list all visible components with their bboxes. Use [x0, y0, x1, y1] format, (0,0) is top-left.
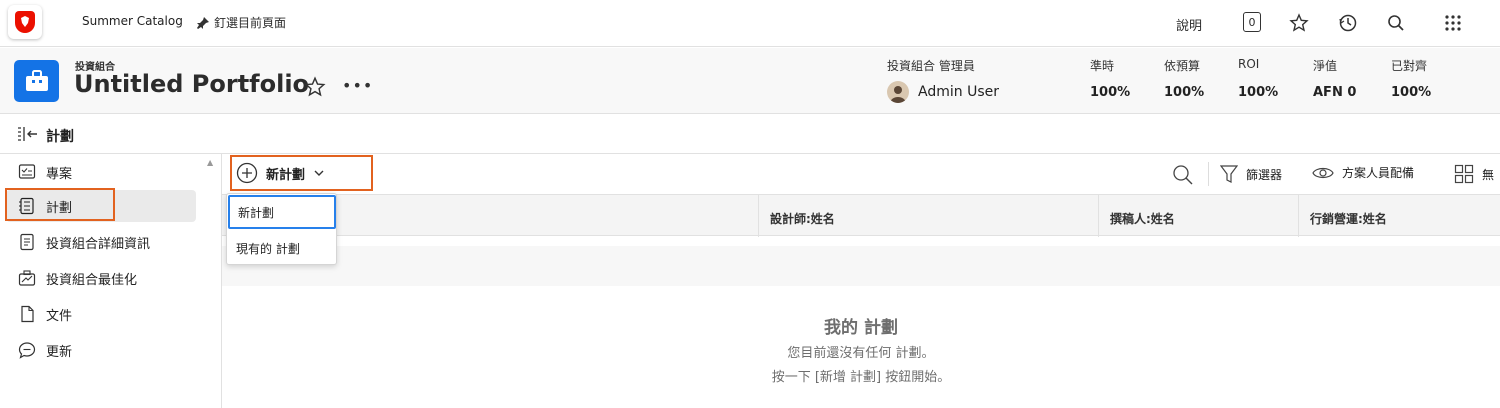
sidebar-item-label: 更新 [46, 344, 73, 360]
metric-aligned-label: 已對齊 [1391, 59, 1428, 73]
history-icon[interactable] [1337, 12, 1359, 34]
document-icon [18, 305, 36, 323]
updates-icon [18, 341, 36, 359]
avatar[interactable] [887, 81, 909, 103]
metric-on-budget-label: 依預算 [1164, 59, 1201, 73]
more-options-icon[interactable]: ••• [342, 76, 373, 95]
top-bar: Summer Catalog 釘選目前頁面 說明 0 [0, 0, 1500, 47]
portfolio-header: 投資組合 Untitled Portfolio ••• 投資組合 管理員 Adm… [0, 48, 1500, 114]
grid-layout-icon [1454, 164, 1474, 184]
details-icon [18, 233, 36, 251]
scroll-up-icon[interactable]: ▲ [207, 158, 213, 167]
add-circle-icon [236, 162, 258, 184]
sidebar-item-portfolio-optimizer[interactable]: 投資組合最佳化 [6, 262, 196, 294]
manager-label: 投資組合 管理員 [887, 59, 975, 73]
sidebar-item-label: 文件 [46, 308, 73, 324]
sidebar-item-programs[interactable]: 計劃 [6, 190, 196, 222]
page-title: Untitled Portfolio [74, 70, 310, 98]
filter-label: 篩選器 [1246, 167, 1283, 182]
metric-net-value-label: 淨值 [1313, 59, 1338, 73]
table-header: 設計師:姓名 撰稿人:姓名 行銷營運:姓名 [222, 194, 1500, 237]
search-icon[interactable] [1385, 12, 1407, 34]
portfolio-icon [14, 60, 59, 102]
column-header-designer[interactable]: 設計師:姓名 [770, 210, 835, 227]
favorite-star-icon[interactable] [304, 76, 326, 102]
toolbar-divider [1208, 162, 1209, 186]
column-header-copywriter[interactable]: 撰稿人:姓名 [1110, 210, 1175, 227]
menu-item-existing-plan[interactable]: 現有的 計劃 [228, 231, 336, 265]
sidebar-item-projects[interactable]: 專案 [6, 156, 196, 188]
sidebar-item-documents[interactable]: 文件 [6, 298, 196, 330]
metric-roi-value: 100% [1238, 85, 1279, 100]
section-header: 計劃 [0, 114, 1500, 154]
filter-icon [1220, 165, 1238, 183]
star-icon[interactable] [1288, 12, 1310, 34]
notification-badge[interactable]: 0 [1243, 12, 1261, 32]
metric-roi-label: ROI [1238, 57, 1260, 71]
sidebar-item-portfolio-details[interactable]: 投資組合詳細資訊 [6, 226, 196, 258]
new-plan-button[interactable]: 新計劃 [236, 162, 325, 184]
app-grid-icon[interactable] [1442, 12, 1464, 34]
grouping-label: 無 [1482, 167, 1495, 182]
menu-item-new-plan[interactable]: 新計劃 [228, 195, 336, 229]
column-divider [1298, 195, 1299, 237]
metric-on-time-value: 100% [1090, 85, 1131, 100]
empty-state-title: 我的 計劃 [824, 318, 898, 338]
pin-icon [197, 16, 209, 29]
metric-net-value-value: AFN 0 [1313, 85, 1357, 100]
pin-page-label: 釘選目前頁面 [214, 16, 287, 30]
grouping-button[interactable]: 無 [1454, 164, 1494, 184]
column-divider [758, 195, 759, 237]
column-header-marketing-ops[interactable]: 行銷營運:姓名 [1310, 210, 1387, 227]
empty-state-line-1: 您目前還沒有任何 計劃。 [787, 346, 935, 361]
app-logo[interactable] [8, 5, 42, 39]
chevron-down-icon [314, 170, 324, 176]
view-label: 方案人員配備 [1342, 166, 1415, 180]
metric-aligned-value: 100% [1391, 85, 1432, 100]
sidebar-item-updates[interactable]: 更新 [6, 334, 196, 366]
pin-page-link[interactable]: 釘選目前頁面 [196, 14, 286, 31]
sidebar-item-label: 計劃 [46, 200, 73, 216]
metric-on-budget-value: 100% [1164, 85, 1205, 100]
sidebar-item-label: 專案 [46, 166, 73, 182]
metric-on-time-label: 準時 [1090, 59, 1115, 73]
program-icon [18, 197, 36, 215]
empty-state-line-2: 按一下 [新增 計劃] 按鈕開始。 [771, 370, 951, 385]
eye-icon [1312, 167, 1334, 178]
catalog-link[interactable]: Summer Catalog [82, 14, 183, 28]
new-plan-label: 新計劃 [266, 167, 306, 183]
brand-logo-icon [15, 11, 35, 33]
view-button[interactable]: 方案人員配備 [1312, 164, 1414, 181]
list-search-icon[interactable] [1172, 164, 1194, 186]
sidebar-item-label: 投資組合最佳化 [46, 272, 138, 288]
filter-button[interactable]: 篩選器 [1220, 164, 1282, 184]
project-icon [18, 163, 36, 181]
manager-name[interactable]: Admin User [918, 84, 999, 100]
help-link[interactable]: 說明 [1176, 15, 1202, 34]
list-toolbar: 新計劃 篩選器 方案人員配備 無 [222, 154, 1500, 194]
table-empty-band [222, 246, 1500, 286]
sidebar-item-label: 投資組合詳細資訊 [46, 236, 151, 252]
collapse-panel-icon[interactable] [17, 126, 39, 146]
optimizer-icon [18, 269, 36, 287]
section-title: 計劃 [46, 129, 74, 145]
new-plan-dropdown-menu: 新計劃 現有的 計劃 [226, 193, 337, 265]
column-divider [1098, 195, 1099, 237]
